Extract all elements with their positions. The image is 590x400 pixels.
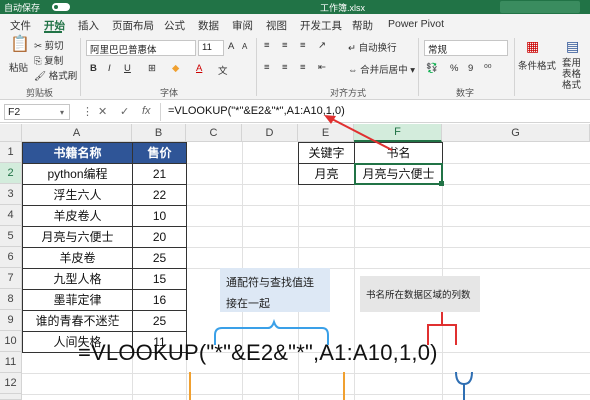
- annotation-overlay: [189, 115, 473, 400]
- columns-bracket: [427, 324, 457, 345]
- match-type-brace: [455, 371, 473, 386]
- wildcard-brace: [214, 318, 329, 345]
- red-arrow: [329, 117, 393, 151]
